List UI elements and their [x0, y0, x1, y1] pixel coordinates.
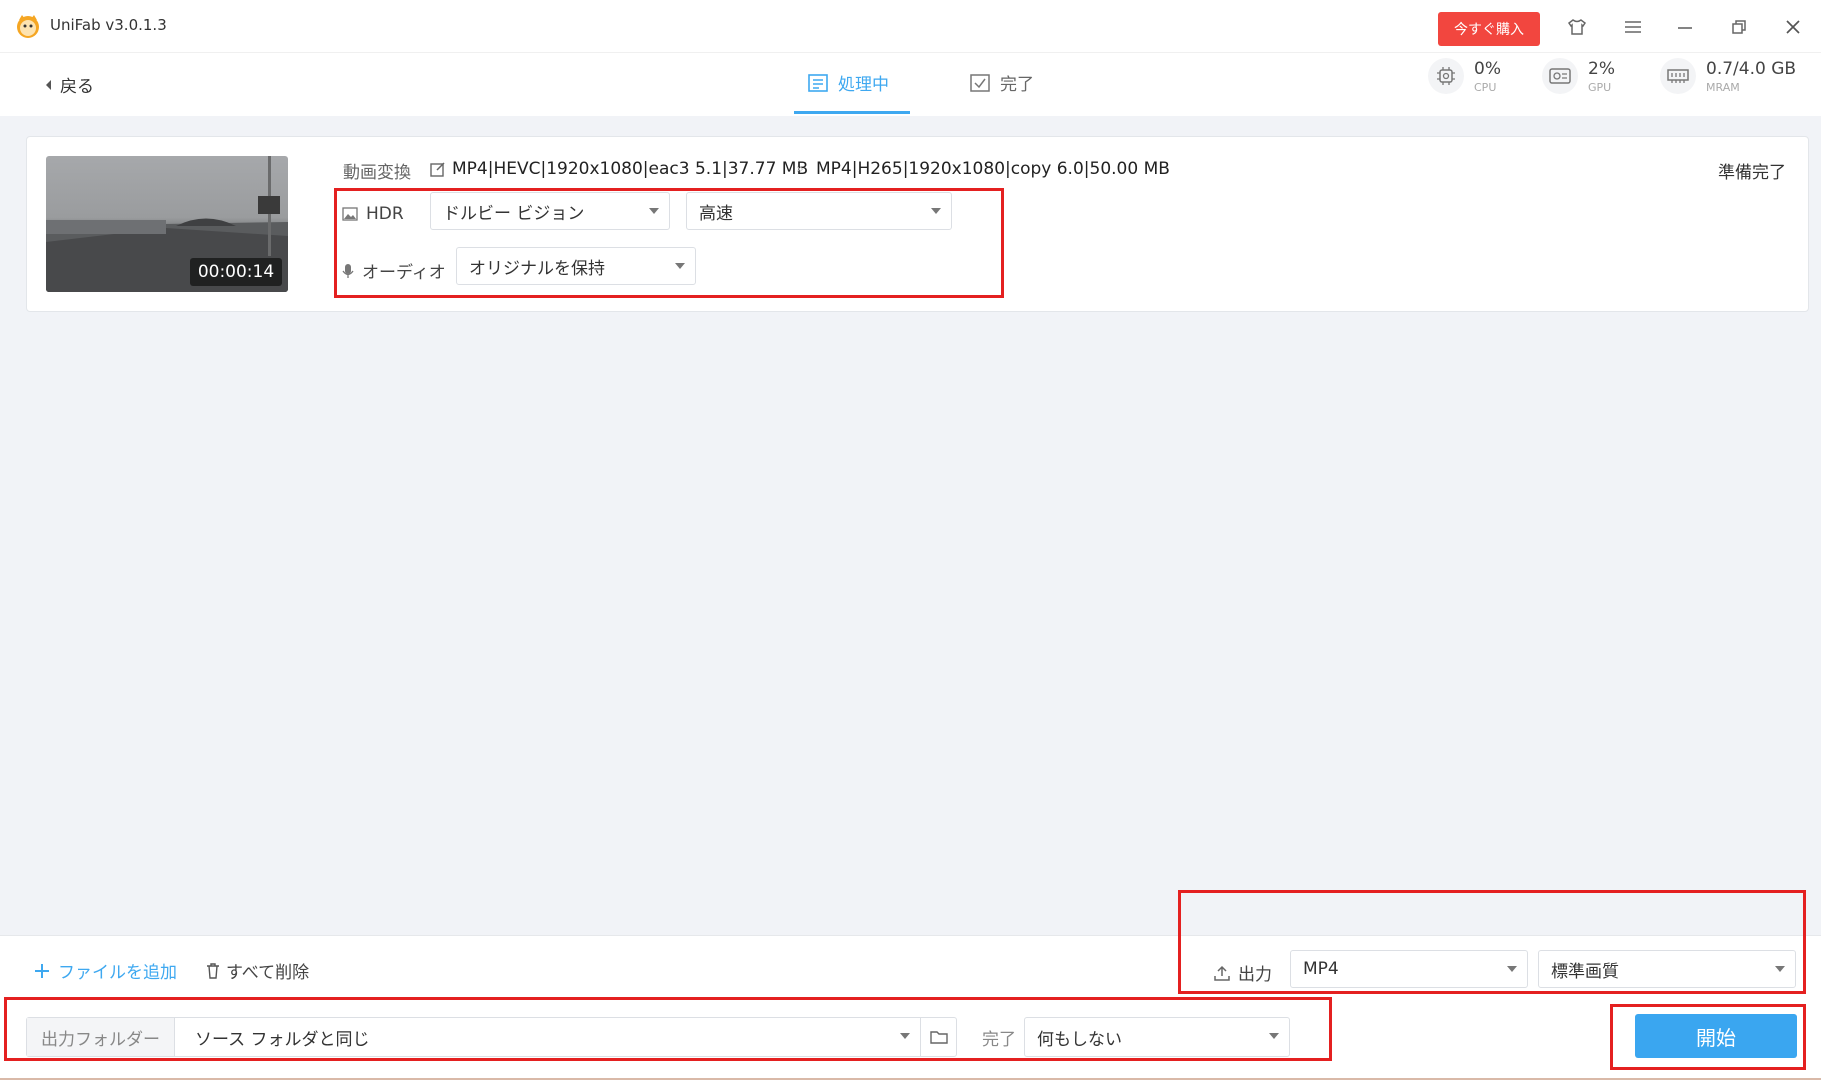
minimize-icon[interactable]	[1672, 14, 1698, 40]
checkbox-icon	[970, 73, 990, 92]
cpu-value: 0%	[1474, 59, 1501, 79]
add-file-label: ファイルを追加	[58, 963, 177, 983]
back-button[interactable]: 戻る	[44, 72, 94, 97]
tab-processing-label: 処理中	[838, 75, 889, 95]
title-bar	[0, 0, 1821, 52]
chevron-left-icon	[46, 79, 51, 90]
cpu-label: CPU	[1474, 81, 1497, 94]
trash-icon	[207, 962, 219, 979]
source-info: MP4|HEVC|1920x1080|eac3 5.1|37.77 MB	[430, 159, 808, 179]
source-info-text: MP4|HEVC|1920x1080|eac3 5.1|37.77 MB	[452, 159, 809, 179]
buy-now-button[interactable]: 今すぐ購入	[1438, 12, 1540, 46]
highlight-box-hdr-audio	[334, 188, 1004, 298]
app-title: UniFab v3.0.1.3	[50, 16, 167, 34]
back-label: 戻る	[60, 77, 94, 97]
cpu-icon	[1428, 58, 1464, 94]
tab-done-label: 完了	[1000, 75, 1034, 95]
video-duration: 00:00:14	[190, 258, 282, 286]
edit-icon[interactable]	[430, 161, 446, 177]
gpu-icon	[1542, 58, 1578, 94]
tab-done[interactable]: 完了	[970, 70, 1034, 95]
gpu-label: GPU	[1588, 81, 1612, 94]
memory-icon	[1660, 58, 1696, 94]
highlight-box-start	[1610, 1004, 1806, 1070]
plus-icon	[35, 963, 49, 978]
conversion-label: 動画変換	[343, 163, 411, 183]
menu-icon[interactable]	[1620, 14, 1646, 40]
mram-stat: 0.7/4.0 GB MRAM	[1660, 58, 1796, 96]
close-icon[interactable]	[1780, 14, 1806, 40]
add-file-button[interactable]: ファイルを追加	[34, 958, 177, 983]
highlight-box-output	[1178, 890, 1806, 994]
restore-icon[interactable]	[1726, 14, 1752, 40]
cpu-stat: 0% CPU	[1428, 58, 1501, 96]
gpu-value: 2%	[1588, 59, 1615, 79]
output-info: MP4|H265|1920x1080|copy 6.0|50.00 MB	[816, 159, 1170, 179]
list-icon	[808, 73, 828, 92]
highlight-box-folder	[4, 997, 1332, 1061]
arrow-separator-icon: »	[796, 162, 804, 177]
mram-label: MRAM	[1706, 81, 1740, 94]
delete-all-label: すべて削除	[226, 963, 310, 983]
tab-processing[interactable]: 処理中	[808, 70, 889, 95]
gpu-stat: 2% GPU	[1542, 58, 1615, 96]
shirt-icon[interactable]	[1564, 14, 1590, 40]
mram-value: 0.7/4.0 GB	[1706, 59, 1797, 79]
tab-active-indicator	[794, 111, 910, 114]
delete-all-button[interactable]: すべて削除	[206, 958, 309, 983]
task-status: 準備完了	[1718, 163, 1786, 183]
app-logo-icon	[14, 12, 42, 40]
